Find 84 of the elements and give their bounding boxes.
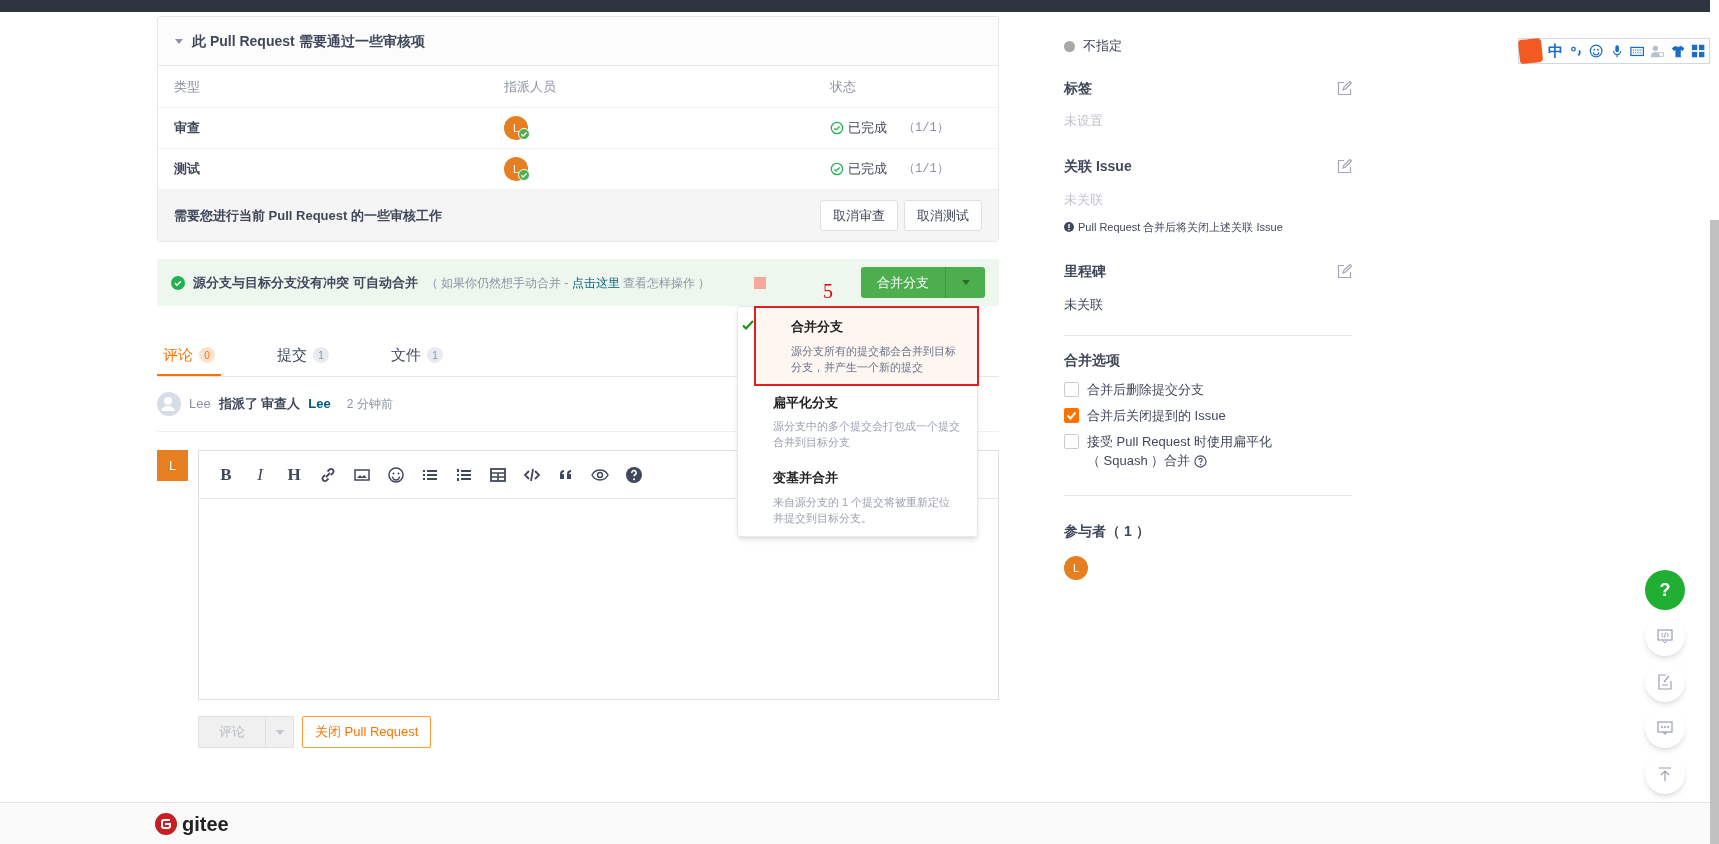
- section-title: 里程碑: [1064, 262, 1106, 281]
- count-text: （1/1）: [903, 120, 949, 137]
- menu-item[interactable]: 变基并合并 来自源分支的 1 个提交将被重新定位并提交到目标分支。: [738, 459, 977, 535]
- square-mark: [754, 276, 767, 289]
- check-icon: [742, 319, 754, 331]
- menu-item-title: 扁平化分支: [773, 393, 839, 412]
- section-value: 未设置: [1064, 112, 1103, 130]
- help-link[interactable]: 点击这里: [571, 275, 620, 290]
- check-circle-icon: [830, 162, 844, 176]
- table-icon[interactable]: [489, 465, 507, 484]
- cancel-button[interactable]: 取消测试: [904, 200, 982, 231]
- checkbox-label: 合并后关闭提到的 Issue: [1087, 407, 1226, 425]
- column-header: 状态: [830, 77, 857, 96]
- grid-icon[interactable]: [1690, 43, 1706, 59]
- merge-status-text: 源分支与目标分支没有冲突 可自动合并: [193, 273, 418, 292]
- user-add-icon: [157, 392, 181, 416]
- user-link[interactable]: Lee: [308, 394, 331, 414]
- menu-item-title: 合并分支: [791, 318, 844, 336]
- menu-item-description: 来自源分支的 1 个提交将被重新定位并提交到目标分支。: [773, 494, 952, 526]
- note-text: Pull Request 合并后将关闭上述关联 Issue: [1078, 220, 1283, 235]
- count-text: （1/1）: [903, 161, 949, 178]
- shirt-icon[interactable]: [1670, 43, 1685, 59]
- cancel-button[interactable]: 取消审查: [820, 200, 898, 231]
- checkbox-label: 接受 Pull Request 时使用扁平化: [1087, 433, 1272, 451]
- scrollbar-thumb[interactable]: [1710, 220, 1719, 844]
- menu-item[interactable]: 扁平化分支 源分支中的多个提交会打包成一个提交合并到目标分支: [738, 383, 977, 459]
- checkbox-label: 合并后删除提交分支: [1087, 381, 1204, 399]
- section-title: 标签: [1064, 78, 1092, 98]
- count-badge: 1: [427, 347, 443, 363]
- table-cell-text: 审查: [174, 119, 201, 138]
- caret-down-icon: [275, 729, 284, 735]
- avatar: L: [1064, 556, 1088, 580]
- bold-button[interactable]: B: [217, 461, 235, 488]
- merge-hint: （ 如果你仍然想手动合并 - 点击这里 查看怎样操作 ）: [425, 274, 711, 292]
- priority-value: 不指定: [1083, 37, 1122, 56]
- menu-item-title: 变基并合并: [773, 469, 839, 487]
- caret-down-icon[interactable]: [174, 36, 184, 46]
- italic-button[interactable]: I: [251, 461, 269, 488]
- tab[interactable]: 提交 1: [271, 336, 335, 376]
- status-text: 已完成: [848, 160, 887, 179]
- section-value: 未关联: [1064, 295, 1103, 314]
- timestamp: 2 分钟前: [346, 396, 393, 413]
- section-title: 关联 Issue: [1064, 157, 1132, 176]
- logo-icon: [1517, 37, 1544, 65]
- section-title: 合并选项: [1064, 351, 1121, 370]
- caret-down-icon: [960, 279, 971, 286]
- section-value: 未关联: [1064, 190, 1103, 209]
- menu-item-description: 源分支所有的提交都会合并到目标分支，并产生一个新的提交: [791, 343, 957, 375]
- avatar: L: [157, 450, 188, 481]
- panel-title: 此 Pull Request 需要通过一些审核项: [192, 31, 425, 51]
- user-name: Lee: [189, 395, 211, 414]
- help-icon[interactable]: [1194, 454, 1208, 468]
- check-icon: [1066, 410, 1077, 421]
- check-circle-icon: [830, 121, 844, 135]
- smiley-icon[interactable]: [1589, 43, 1604, 59]
- tab[interactable]: 文件 1: [385, 336, 449, 376]
- column-header: 指派人员: [504, 77, 557, 96]
- activity-text: 指派了 审查人: [218, 395, 301, 414]
- checkbox[interactable]: [1064, 434, 1079, 449]
- review-notice: 需要您进行当前 Pull Request 的一些审核工作: [174, 206, 442, 225]
- code-comment-icon: [1655, 626, 1675, 646]
- logo-icon: [155, 812, 177, 835]
- approved-badge-icon: [518, 169, 530, 181]
- section-title: 参与者（ 1 ）: [1064, 522, 1151, 541]
- annotation-label: 5: [823, 279, 833, 304]
- approved-badge-icon: [518, 128, 530, 140]
- checkbox[interactable]: [1064, 382, 1079, 397]
- edit-icon: [1655, 672, 1675, 692]
- link-icon[interactable]: [319, 465, 337, 484]
- info-icon: [1064, 222, 1074, 233]
- help-icon[interactable]: [625, 465, 643, 484]
- menu-item-description: 源分支中的多个提交会打包成一个提交合并到目标分支: [773, 419, 961, 450]
- logo-text: gitee: [182, 811, 229, 837]
- heading-button[interactable]: H: [285, 461, 303, 488]
- smiley-icon[interactable]: [387, 465, 405, 484]
- count-badge: 1: [313, 347, 329, 363]
- status-text: 已完成: [848, 119, 887, 138]
- table-cell-text: 测试: [174, 160, 201, 179]
- success-icon: [171, 275, 185, 290]
- input-mode-button[interactable]: 中: [1548, 39, 1564, 63]
- checkbox-label: （ Squash ）合并: [1087, 452, 1191, 470]
- checkbox[interactable]: [1064, 408, 1079, 423]
- count-badge: 0: [199, 347, 215, 363]
- column-header: 类型: [174, 77, 201, 96]
